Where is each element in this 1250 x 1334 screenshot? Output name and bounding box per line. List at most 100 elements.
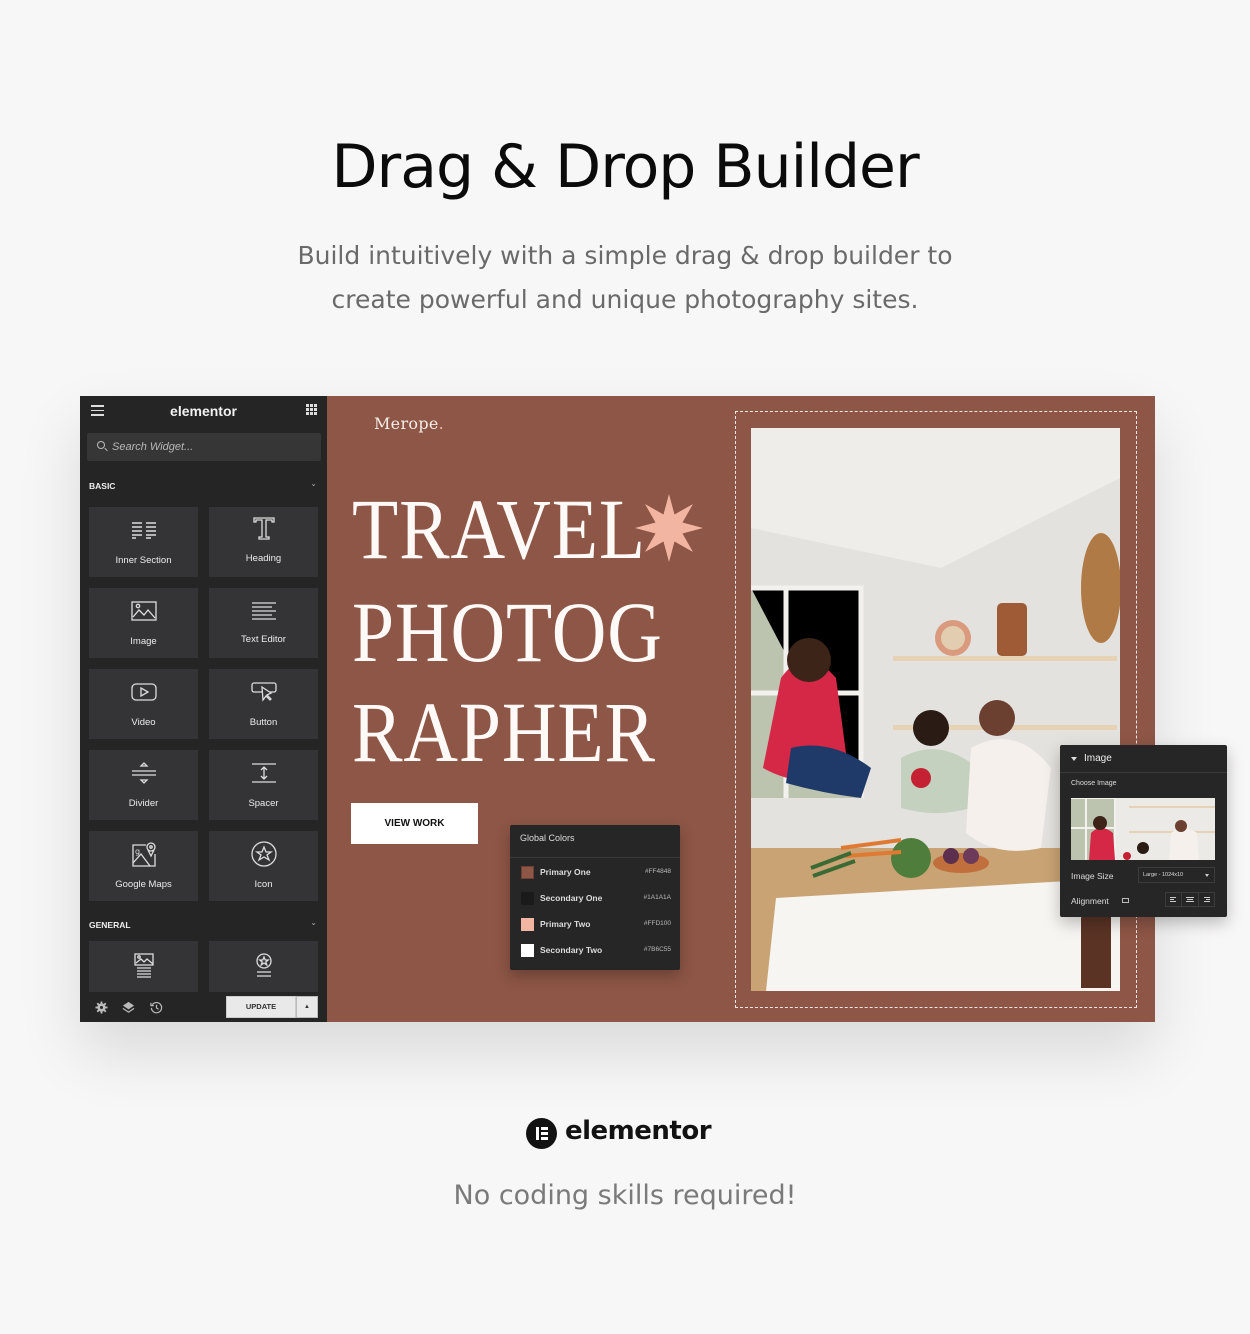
color-swatch[interactable] — [521, 918, 534, 931]
text-editor-icon — [209, 598, 318, 624]
page-title: Drag & Drop Builder — [331, 132, 919, 202]
sidebar-logo: elementor — [170, 403, 237, 419]
site-logo[interactable]: Merope. — [374, 414, 444, 433]
widget-label: Video — [131, 717, 156, 728]
widget-video[interactable]: Video — [89, 669, 198, 739]
color-hex: #FF4848 — [644, 868, 671, 875]
global-color-row[interactable]: Secondary Two #7B6C55 — [521, 944, 671, 958]
chevron-down-icon[interactable]: ⌄ — [310, 918, 317, 927]
divider — [510, 857, 680, 858]
widget-label: Icon — [254, 879, 273, 890]
update-button[interactable]: UPDATE — [226, 996, 296, 1018]
settings-icon[interactable] — [95, 1001, 108, 1014]
video-icon — [89, 679, 198, 705]
tagline: No coding skills required! — [453, 1180, 797, 1211]
search-input[interactable] — [112, 433, 312, 461]
global-color-row[interactable]: Primary Two #FFD100 — [521, 918, 671, 932]
global-color-row[interactable]: Secondary One #1A1A1A — [521, 892, 671, 906]
chevron-down-icon[interactable]: ⌄ — [310, 479, 317, 488]
color-name: Secondary One — [540, 893, 603, 903]
color-name: Secondary Two — [540, 945, 603, 955]
svg-text:g: g — [135, 847, 140, 856]
headline-line: RAPHER — [352, 684, 656, 780]
editor-mockup: elementor BASIC ⌄ Inner Section Heading — [80, 396, 1227, 1022]
widget-heading[interactable]: Heading — [209, 507, 318, 577]
widget-label: Google Maps — [115, 879, 172, 890]
inner-section-icon — [89, 517, 198, 543]
sidebar-footer: UPDATE ▲ — [80, 992, 327, 1022]
widget-text-editor[interactable]: Text Editor — [209, 588, 318, 658]
section-label-general: GENERAL — [89, 920, 131, 930]
star-icon — [209, 841, 318, 867]
site-logo-dot: . — [438, 414, 445, 433]
heading-icon — [209, 515, 318, 541]
page-canvas: Merope. TRAVEL PHOTOG RAPHER VIEW WORK G… — [327, 396, 1155, 1022]
view-work-button[interactable]: VIEW WORK — [351, 803, 478, 844]
color-hex: #1A1A1A — [643, 894, 671, 901]
headline-line: TRAVEL — [352, 481, 647, 577]
desktop-icon[interactable] — [1122, 898, 1129, 903]
align-center-button[interactable] — [1182, 893, 1199, 906]
divider-icon — [89, 760, 198, 786]
widget-button[interactable]: Button — [209, 669, 318, 739]
panel-header[interactable]: Image — [1060, 745, 1227, 773]
headline-line: PHOTOG — [352, 584, 663, 680]
color-hex: #7B6C55 — [643, 946, 671, 953]
align-left-button[interactable] — [1166, 893, 1183, 906]
widget-label: Divider — [128, 798, 159, 809]
chevron-down-icon — [1205, 874, 1209, 877]
elementor-logo: elementor — [526, 1116, 726, 1151]
widget-label: Heading — [245, 553, 282, 564]
widget-inner-section[interactable]: Inner Section — [89, 507, 198, 577]
page-subtitle: Build intuitively with a simple drag & d… — [0, 234, 1250, 322]
elementor-mark-icon — [526, 1118, 557, 1149]
update-options-button[interactable]: ▲ — [296, 996, 318, 1018]
image-settings-panel: Image Choose Image Image Size Large - 10… — [1060, 745, 1227, 917]
widget-search[interactable] — [87, 433, 321, 461]
elementor-wordmark: elementor — [565, 1116, 712, 1146]
image-size-value: Large - 1024x10 — [1143, 872, 1184, 878]
elementor-sidebar: elementor BASIC ⌄ Inner Section Heading — [80, 396, 327, 1022]
section-label-basic: BASIC — [89, 481, 116, 491]
thumbnail-illustration — [1071, 798, 1215, 860]
grid-icon[interactable] — [306, 404, 317, 415]
image-size-label: Image Size — [1071, 871, 1114, 881]
widget-spacer[interactable]: Spacer — [209, 750, 318, 820]
caret-down-icon[interactable] — [1071, 757, 1077, 761]
widget-icon[interactable]: Icon — [209, 831, 318, 901]
color-swatch[interactable] — [521, 866, 534, 879]
global-colors-panel: Global Colors Primary One #FF4848 Second… — [510, 825, 680, 970]
basic-widgets: Inner Section Heading Image Text Editor — [89, 507, 319, 901]
spacer-icon — [209, 760, 318, 786]
panel-title: Image — [1084, 753, 1112, 764]
site-logo-text: Merope — [374, 414, 439, 433]
sidebar-header: elementor — [80, 396, 327, 426]
search-icon — [97, 441, 105, 449]
color-hex: #FFD100 — [643, 920, 671, 927]
sparkle-star-icon — [635, 494, 703, 562]
color-swatch[interactable] — [521, 892, 534, 905]
alignment-label: Alignment — [1071, 896, 1109, 906]
color-swatch[interactable] — [521, 944, 534, 957]
color-name: Primary Two — [540, 919, 591, 929]
widget-divider[interactable]: Divider — [89, 750, 198, 820]
widget-image[interactable]: Image — [89, 588, 198, 658]
google-maps-icon: g — [89, 841, 198, 867]
widget-label: Text Editor — [241, 634, 286, 645]
color-name: Primary One — [540, 867, 591, 877]
layers-icon[interactable] — [122, 1001, 135, 1014]
global-color-row[interactable]: Primary One #FF4848 — [521, 866, 671, 880]
choose-image-label: Choose Image — [1071, 780, 1117, 787]
widget-google-maps[interactable]: g Google Maps — [89, 831, 198, 901]
icon-box-icon — [209, 953, 318, 979]
button-icon — [209, 679, 318, 705]
image-size-select[interactable]: Large - 1024x10 — [1138, 867, 1215, 883]
history-icon[interactable] — [150, 1001, 163, 1014]
subtitle-line: Build intuitively with a simple drag & d… — [297, 241, 953, 270]
align-right-button[interactable] — [1199, 893, 1214, 906]
image-thumbnail[interactable] — [1071, 798, 1215, 860]
widget-label: Button — [249, 717, 278, 728]
subtitle-line: create powerful and unique photography s… — [331, 285, 919, 314]
widget-label: Image — [130, 636, 157, 647]
image-box-icon — [89, 953, 198, 979]
